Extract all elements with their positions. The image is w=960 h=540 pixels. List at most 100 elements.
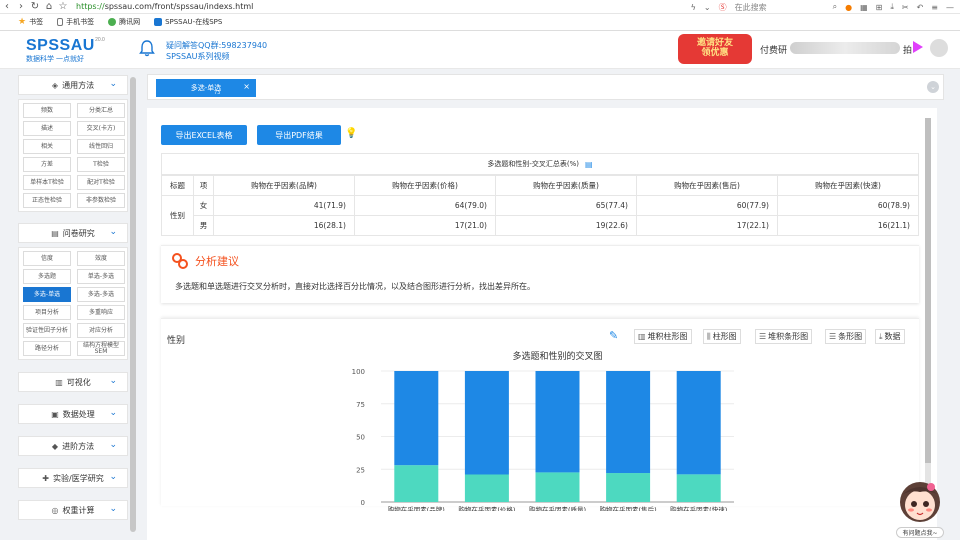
search-input[interactable]: 在此搜索 — [735, 2, 825, 13]
scissors-icon[interactable]: ✂ — [902, 3, 909, 12]
method-linear-regression[interactable]: 线性回归 — [77, 139, 125, 154]
bookmark-item[interactable]: 手机书签 — [57, 17, 94, 27]
chevron-down-icon: ⌄ — [109, 376, 117, 386]
method-normality[interactable]: 正态性检验 — [23, 193, 71, 208]
stacked-column-button[interactable]: ▥ 堆积柱形图 — [634, 329, 692, 344]
method-multi-multi[interactable]: 多选-多选 — [77, 287, 125, 302]
method-frequency[interactable]: 频数 — [23, 103, 71, 118]
crosstab-table: 标题 项 购物在乎因素(品牌) 购物在乎因素(价格) 购物在乎因素(质量) 购物… — [161, 175, 919, 236]
home-icon[interactable]: ⌂ — [42, 0, 56, 14]
lightning-icon[interactable]: ϟ — [691, 3, 696, 12]
export-pdf-button[interactable]: 导出PDF结果 — [257, 125, 341, 145]
stacked-column-icon: ▥ — [638, 332, 646, 341]
data-button[interactable]: ⤓ 数据 — [875, 329, 905, 344]
sidebar-section-advanced[interactable]: ◆ 进阶方法 ⌄ — [18, 436, 128, 456]
method-nonparametric[interactable]: 非参数检验 — [77, 193, 125, 208]
bookmark-item[interactable]: 腾讯网 — [108, 17, 140, 27]
chevron-down-icon: ⌄ — [109, 408, 117, 418]
pencil-icon[interactable]: ✎ — [609, 329, 618, 342]
sidebar-section-weights[interactable]: ◎ 权重计算 ⌄ — [18, 500, 128, 520]
group-label: 性别 — [161, 195, 194, 236]
method-multiple-response[interactable]: 多重响应 — [77, 305, 125, 320]
tag-icon: ◆ — [51, 441, 59, 451]
forward-icon[interactable]: › — [14, 0, 28, 14]
method-anova[interactable]: 方差 — [23, 157, 71, 172]
help-mascot-label[interactable]: 有问题点我~ — [896, 527, 944, 538]
menu-icon[interactable]: ≡ — [931, 3, 938, 12]
video-series-link[interactable]: SPSSAU系列视频 — [166, 51, 267, 62]
download-icon: ⤓ — [879, 331, 883, 341]
x-tick-label: 购物在乎因素(质量) — [529, 505, 586, 511]
bookmark-item[interactable]: ★ 书签 — [18, 17, 43, 27]
close-icon[interactable]: × — [243, 82, 250, 91]
stacked-bar-button[interactable]: ☰ 堆积条形图 — [755, 329, 813, 344]
sidebar-scrollbar[interactable] — [130, 77, 136, 532]
method-group-summary[interactable]: 分类汇总 — [77, 103, 125, 118]
spssau-favicon-icon — [154, 18, 163, 26]
invite-promo-banner[interactable]: 邀请好友 领优惠 — [678, 34, 752, 64]
tencent-icon — [108, 18, 117, 26]
search-icon[interactable]: ⌕ — [833, 2, 837, 12]
chevron-down-icon: ⌄ — [109, 227, 117, 237]
advice-title: 分析建议 — [171, 252, 239, 270]
back-icon[interactable]: ‹ — [0, 0, 14, 14]
y-tick-label: 100 — [352, 368, 365, 376]
sidebar-section-data-processing[interactable]: ▣ 数据处理 ⌄ — [18, 404, 128, 424]
logo[interactable]: SPSSAU 20.0 数据科学 一点就好 — [26, 37, 105, 64]
method-correlation[interactable]: 相关 — [23, 139, 71, 154]
user-avatar[interactable] — [930, 39, 948, 57]
method-reliability[interactable]: 信度 — [23, 251, 71, 266]
chevron-down-icon[interactable]: ⌄ — [927, 81, 939, 93]
browser-toolbar-right: ϟ ⌄ Ⓢ 在此搜索 ⌕ ● ▦ ⊞ ⤓ ✂ ↶ ≡ — — [691, 0, 954, 14]
export-excel-button[interactable]: 导出EXCEL表格 — [161, 125, 247, 145]
layers-icon: ◈ — [51, 80, 59, 90]
play-arrow-icon[interactable] — [912, 40, 924, 54]
method-item-analysis[interactable]: 项目分析 — [23, 305, 71, 320]
method-crosstab[interactable]: 交叉(卡方) — [77, 121, 125, 136]
sidebar-section-visualization[interactable]: ▥ 可视化 ⌄ — [18, 372, 128, 392]
sidebar-section-experiment[interactable]: ✚ 实验/医学研究 ⌄ — [18, 468, 128, 488]
url-field[interactable]: https://spssau.com/front/spssau/indexs.h… — [76, 2, 253, 11]
method-validity[interactable]: 效度 — [77, 251, 125, 266]
method-sem[interactable]: 结构方程模型SEM — [77, 341, 125, 356]
method-path-analysis[interactable]: 路径分析 — [23, 341, 71, 356]
column-button[interactable]: ⫼ 柱形图 — [703, 329, 741, 344]
undo-icon[interactable]: ↶ — [917, 3, 924, 12]
scrollbar-thumb[interactable] — [925, 118, 931, 463]
sidebar-section-general[interactable]: ◈ 通用方法 ⌄ — [18, 75, 128, 95]
phone-icon — [57, 18, 64, 26]
main-scrollbar[interactable] — [925, 118, 931, 510]
sidebar-section-questionnaire[interactable]: ▤ 问卷研究 ⌄ — [18, 223, 128, 243]
dropdown-icon[interactable]: ⌄ — [704, 3, 711, 12]
refresh-icon[interactable]: ↻ — [28, 0, 42, 14]
questionnaire-methods-grid: 信度 效度 多选题 单选-多选 多选-单选 多选-多选 项目分析 多重响应 验证… — [18, 247, 128, 360]
star-icon: ★ — [18, 17, 27, 27]
method-multi-single[interactable]: 多选-单选 — [23, 287, 71, 302]
x-tick-label: 购物在乎因素(品牌) — [388, 505, 445, 511]
favorite-star-icon[interactable]: ☆ — [56, 0, 70, 14]
clipboard-icon[interactable]: ▤ — [585, 160, 593, 169]
qq-group-link[interactable]: 疑问解答QQ群:598237940 — [166, 40, 267, 51]
qr-icon[interactable]: ▦ — [860, 3, 868, 12]
mascot-avatar[interactable] — [898, 478, 942, 524]
search-engine-icon[interactable]: Ⓢ — [719, 2, 727, 13]
method-single-multi[interactable]: 单选-多选 — [77, 269, 125, 284]
method-descriptive[interactable]: 描述 — [23, 121, 71, 136]
game-icon[interactable]: ● — [845, 3, 852, 12]
download-icon[interactable]: ⤓ — [890, 2, 894, 12]
tab-multi-single[interactable]: 多选-单选 73 × — [156, 79, 256, 97]
minimize-icon[interactable]: — — [946, 3, 954, 12]
grid-icon[interactable]: ⊞ — [876, 3, 883, 12]
bar-button[interactable]: ☰ 条形图 — [825, 329, 867, 344]
browser-address-bar: ‹ › ↻ ⌂ ☆ https://spssau.com/front/spssa… — [0, 0, 960, 14]
method-t-test[interactable]: T检验 — [77, 157, 125, 172]
bookmark-item[interactable]: SPSSAU-在线SPS — [154, 17, 222, 27]
lightbulb-icon[interactable]: 💡 — [345, 128, 357, 139]
method-one-sample-t[interactable]: 单样本T检验 — [23, 175, 71, 190]
method-paired-t[interactable]: 配对T检验 — [77, 175, 125, 190]
paid-research-link[interactable]: 付费研 — [760, 43, 787, 56]
method-multiple-choice[interactable]: 多选题 — [23, 269, 71, 284]
method-cfa[interactable]: 验证性因子分析 — [23, 323, 71, 338]
bell-icon[interactable] — [139, 39, 155, 57]
method-correspondence[interactable]: 对应分析 — [77, 323, 125, 338]
